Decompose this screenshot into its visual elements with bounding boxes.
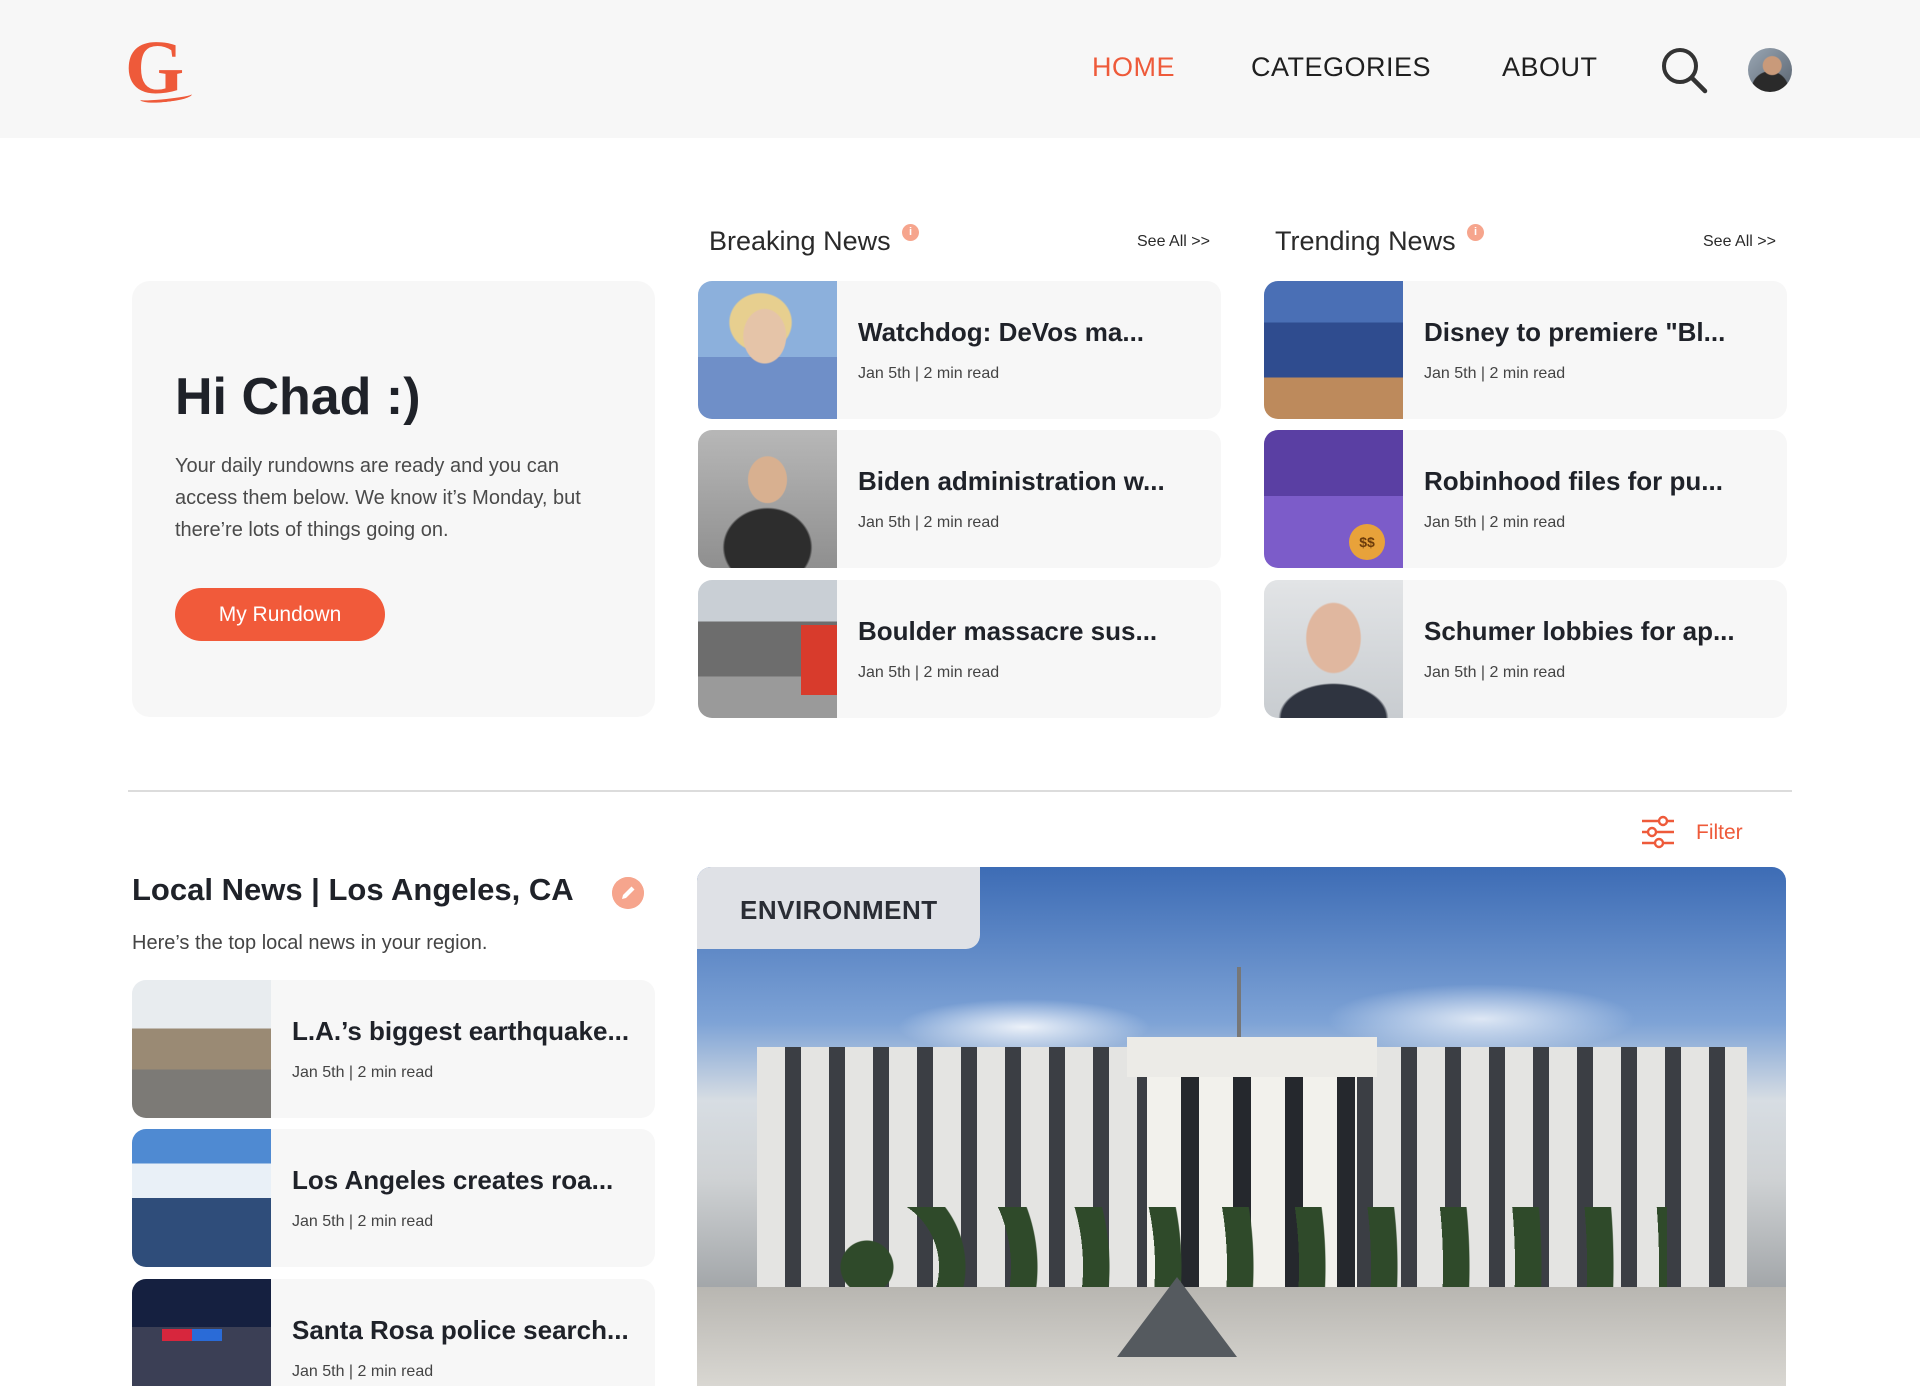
- news-meta: Jan 5th | 2 min read: [292, 1213, 434, 1230]
- featured-story-image[interactable]: ENVIRONMENT: [697, 867, 1786, 1386]
- news-thumbnail: [132, 980, 271, 1118]
- trending-news-card[interactable]: Robinhood files for pu... Jan 5th | 2 mi…: [1264, 430, 1787, 568]
- news-meta: Jan 5th | 2 min read: [1424, 664, 1566, 681]
- news-title: Biden administration w...: [858, 466, 1165, 496]
- local-news-subtitle: Here’s the top local news in your region…: [132, 932, 488, 954]
- news-title: Robinhood files for pu...: [1424, 466, 1723, 496]
- news-title: Schumer lobbies for ap...: [1424, 616, 1735, 646]
- news-title: Watchdog: DeVos ma...: [858, 317, 1145, 347]
- nav-categories[interactable]: CATEGORIES: [1251, 52, 1431, 83]
- nav-about[interactable]: ABOUT: [1502, 52, 1598, 83]
- news-meta: Jan 5th | 2 min read: [1424, 365, 1566, 382]
- building-pediment: [1127, 1037, 1377, 1077]
- greeting-title: Hi Chad :): [175, 368, 421, 426]
- info-icon[interactable]: i: [1467, 224, 1484, 241]
- trending-news-card[interactable]: Schumer lobbies for ap... Jan 5th | 2 mi…: [1264, 580, 1787, 718]
- news-thumbnail: [698, 281, 837, 419]
- breaking-news-card[interactable]: Biden administration w... Jan 5th | 2 mi…: [698, 430, 1221, 568]
- search-icon[interactable]: [1660, 46, 1708, 94]
- walkway: [1117, 1277, 1237, 1357]
- top-header: G HOME CATEGORIES ABOUT: [0, 0, 1920, 138]
- news-thumbnail: [1264, 580, 1403, 718]
- local-news-card[interactable]: Santa Rosa police search... Jan 5th | 2 …: [132, 1279, 655, 1386]
- trees: [837, 1207, 1667, 1297]
- news-thumbnail: [132, 1279, 271, 1386]
- section-divider: [128, 790, 1792, 792]
- news-meta: Jan 5th | 2 min read: [292, 1363, 434, 1380]
- news-thumbnail: [132, 1129, 271, 1267]
- my-rundown-button[interactable]: My Rundown: [175, 588, 385, 641]
- news-thumbnail: [698, 430, 837, 568]
- nav-home[interactable]: HOME: [1092, 52, 1175, 83]
- plaza: [697, 1287, 1786, 1386]
- greeting-card: Hi Chad :) Your daily rundowns are ready…: [132, 281, 655, 717]
- news-title: Los Angeles creates roa...: [292, 1165, 614, 1195]
- breaking-news-card[interactable]: Watchdog: DeVos ma... Jan 5th | 2 min re…: [698, 281, 1221, 419]
- edit-location-icon[interactable]: [612, 877, 644, 909]
- breaking-news-title: Breaking News: [709, 226, 891, 256]
- news-meta: Jan 5th | 2 min read: [858, 514, 1000, 531]
- breaking-news-card[interactable]: Boulder massacre sus... Jan 5th | 2 min …: [698, 580, 1221, 718]
- news-thumbnail: [1264, 430, 1403, 568]
- trending-see-all-link[interactable]: See All >>: [1703, 233, 1776, 251]
- local-news-title: Local News | Los Angeles, CA: [132, 872, 574, 907]
- news-title: L.A.’s biggest earthquake...: [292, 1016, 630, 1046]
- news-thumbnail: [1264, 281, 1403, 419]
- local-news-card[interactable]: Los Angeles creates roa... Jan 5th | 2 m…: [132, 1129, 655, 1267]
- news-title: Boulder massacre sus...: [858, 616, 1158, 646]
- filter-button[interactable]: Filter: [1696, 821, 1743, 845]
- greeting-text: Your daily rundowns are ready and you ca…: [175, 455, 581, 541]
- user-avatar[interactable]: [1748, 48, 1792, 92]
- news-meta: Jan 5th | 2 min read: [292, 1064, 434, 1081]
- filter-icon[interactable]: [1641, 815, 1675, 849]
- category-tag[interactable]: ENVIRONMENT: [697, 867, 980, 949]
- news-thumbnail: [698, 580, 837, 718]
- breaking-see-all-link[interactable]: See All >>: [1137, 233, 1210, 251]
- trending-news-card[interactable]: Disney to premiere "Bl... Jan 5th | 2 mi…: [1264, 281, 1787, 419]
- news-title: Santa Rosa police search...: [292, 1315, 629, 1345]
- news-title: Disney to premiere "Bl...: [1424, 317, 1726, 347]
- news-meta: Jan 5th | 2 min read: [858, 365, 1000, 382]
- trending-news-title: Trending News: [1275, 226, 1456, 256]
- news-meta: Jan 5th | 2 min read: [1424, 514, 1566, 531]
- news-meta: Jan 5th | 2 min read: [858, 664, 1000, 681]
- local-news-card[interactable]: L.A.’s biggest earthquake... Jan 5th | 2…: [132, 980, 655, 1118]
- info-icon[interactable]: i: [902, 224, 919, 241]
